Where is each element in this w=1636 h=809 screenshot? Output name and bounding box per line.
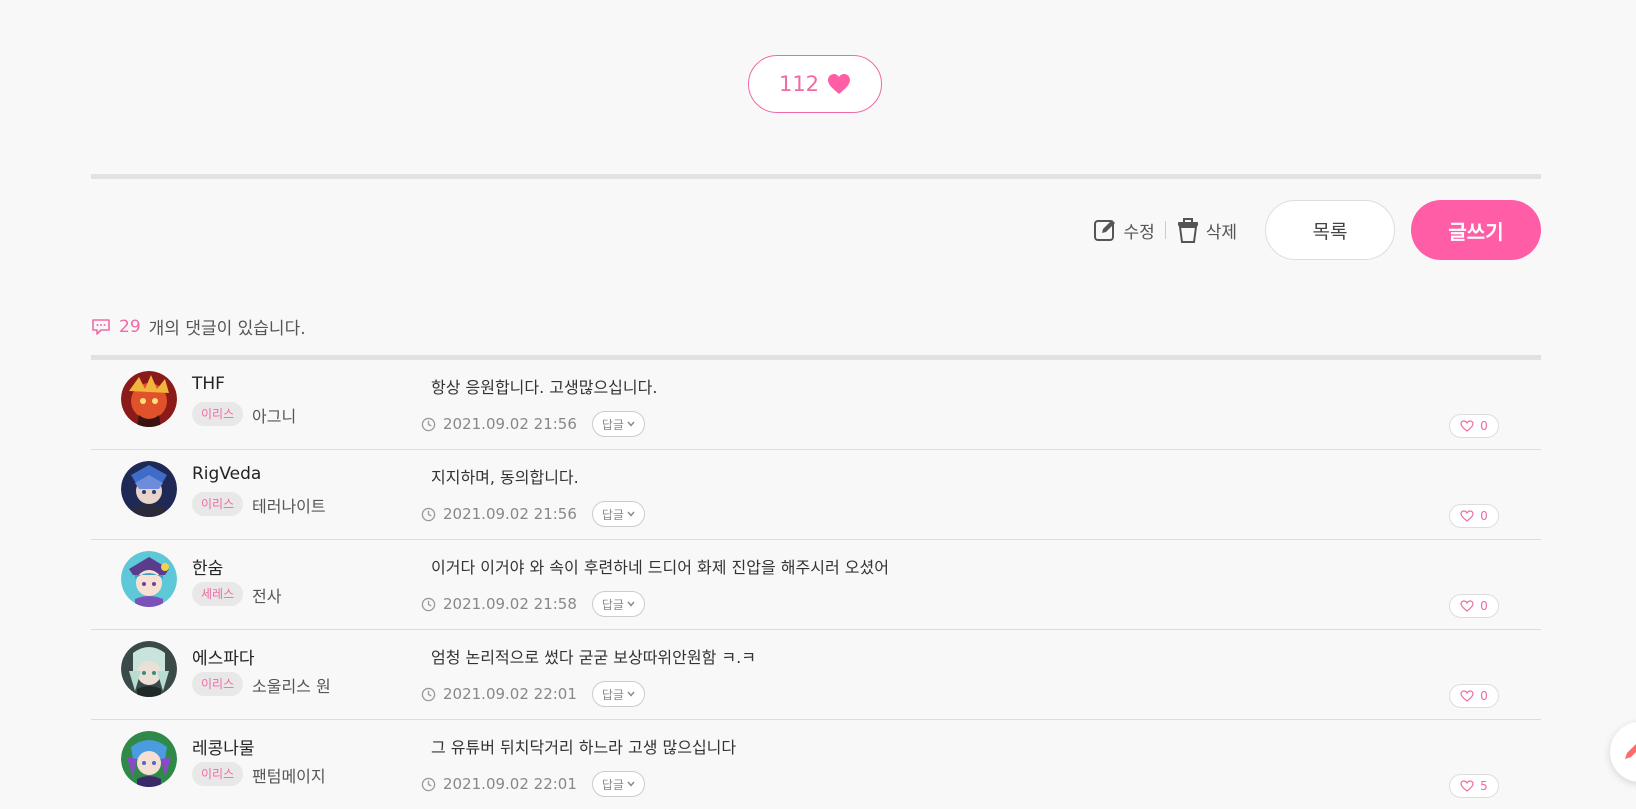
comment-count: 29 개의 댓글이 있습니다. — [91, 314, 306, 339]
heart-outline-icon — [1460, 510, 1474, 522]
reply-button[interactable]: 답글 — [591, 771, 645, 797]
comment-item: 레콩나물 이리스 팬텀메이지 그 유튜버 뒤치닥거리 하느라 고생 많으십니다 … — [91, 720, 1541, 809]
post-like-count: 112 — [778, 72, 820, 96]
chevron-down-icon — [627, 691, 635, 697]
comment-text: 그 유튜버 뒤치닥거리 하느라 고생 많으십니다 — [431, 738, 737, 757]
server-badge: 이리스 — [192, 672, 244, 696]
list-label: 목록 — [1312, 220, 1348, 243]
character-class: 테러나이트 — [252, 497, 326, 516]
reply-button[interactable]: 답글 — [591, 411, 645, 437]
reply-label: 답글 — [601, 777, 624, 792]
comment-username[interactable]: 한숨 — [192, 554, 223, 579]
delete-button[interactable]: 삭제 — [1176, 217, 1237, 243]
comment-like-count: 0 — [1480, 419, 1488, 433]
comment-meta: 2021.09.02 21:56 답글 — [421, 411, 645, 437]
server-badge: 이리스 — [192, 762, 244, 786]
server-badge: 세레스 — [192, 582, 244, 606]
content-divider — [91, 174, 1541, 179]
avatar[interactable] — [121, 461, 177, 517]
comment-text: 항상 응원합니다. 고생많으십니다. — [431, 378, 658, 397]
character-class: 전사 — [252, 587, 282, 606]
action-separator — [1164, 221, 1166, 239]
comment-meta: 2021.09.02 22:01 답글 — [421, 681, 645, 707]
comment-item: 에스파다 이리스 소울리스 원 엄청 논리적으로 썼다 굳굳 보상따위안원함 ㅋ… — [91, 630, 1541, 720]
comment-date: 2021.09.02 21:58 — [443, 595, 577, 613]
chevron-down-icon — [627, 601, 635, 607]
edit-icon — [1094, 220, 1116, 241]
reply-button[interactable]: 답글 — [591, 501, 645, 527]
clock-icon — [421, 507, 436, 521]
heart-outline-icon — [1460, 690, 1474, 702]
write-label: 글쓰기 — [1448, 219, 1504, 244]
chevron-down-icon — [627, 511, 635, 517]
chevron-down-icon — [627, 421, 635, 427]
clock-icon — [421, 597, 436, 611]
post-actions: 수정 삭제 목록 글쓰기 — [1093, 200, 1541, 260]
edit-button[interactable]: 수정 — [1093, 217, 1155, 243]
comment-icon — [92, 318, 110, 335]
comment-meta: 2021.09.02 21:58 답글 — [421, 591, 645, 617]
avatar[interactable] — [121, 731, 177, 787]
reply-label: 답글 — [601, 597, 624, 612]
comment-item: 한숨 세레스 전사 이거다 이거야 와 속이 후련하네 드디어 화제 진압을 해… — [91, 540, 1541, 630]
floating-write-button[interactable] — [1610, 722, 1636, 782]
comment-like-button[interactable]: 0 — [1449, 414, 1499, 438]
comment-username[interactable]: 에스파다 — [192, 644, 255, 669]
heart-outline-icon — [1460, 780, 1474, 792]
heart-outline-icon — [1460, 420, 1474, 432]
comment-date: 2021.09.02 21:56 — [443, 505, 577, 523]
comment-username[interactable]: RigVeda — [192, 464, 261, 484]
comment-item: RigVeda 이리스 테러나이트 지지하며, 동의합니다. 2021.09.0… — [91, 450, 1541, 540]
comment-like-button[interactable]: 5 — [1449, 774, 1499, 798]
pencil-icon — [1625, 744, 1636, 759]
comment-text: 엄청 논리적으로 썼다 굳굳 보상따위안원함 ㅋ.ㅋ — [431, 648, 756, 667]
comment-date: 2021.09.02 22:01 — [443, 775, 577, 793]
character-class: 소울리스 원 — [252, 677, 331, 696]
server-badge: 이리스 — [192, 402, 244, 426]
write-button[interactable]: 글쓰기 — [1411, 200, 1541, 260]
clock-icon — [421, 687, 436, 701]
reply-label: 답글 — [601, 507, 624, 522]
chevron-down-icon — [627, 781, 635, 787]
comment-like-button[interactable]: 0 — [1449, 594, 1499, 618]
list-button[interactable]: 목록 — [1265, 200, 1395, 260]
comment-date: 2021.09.02 22:01 — [443, 685, 577, 703]
comment-list: THF 이리스 아그니 항상 응원합니다. 고생많으십니다. 2021.09.0… — [91, 360, 1541, 809]
comment-count-number: 29 — [119, 316, 141, 337]
comment-meta: 2021.09.02 22:01 답글 — [421, 771, 645, 797]
avatar[interactable] — [121, 371, 177, 427]
heart-icon — [828, 74, 851, 94]
comment-text: 지지하며, 동의합니다. — [431, 468, 579, 487]
character-class: 팬텀메이지 — [252, 767, 326, 786]
comment-count-text: 개의 댓글이 있습니다. — [148, 319, 306, 339]
comment-like-button[interactable]: 0 — [1449, 504, 1499, 528]
reply-label: 답글 — [601, 417, 624, 432]
comment-username[interactable]: THF — [192, 374, 225, 394]
comment-username[interactable]: 레콩나물 — [192, 734, 255, 759]
comment-like-count: 0 — [1480, 509, 1488, 523]
comment-date: 2021.09.02 21:56 — [443, 415, 577, 433]
avatar[interactable] — [121, 641, 177, 697]
reply-label: 답글 — [601, 687, 624, 702]
character-class: 아그니 — [252, 407, 297, 426]
clock-icon — [421, 777, 436, 791]
edit-label: 수정 — [1123, 222, 1155, 243]
reply-button[interactable]: 답글 — [591, 681, 645, 707]
avatar[interactable] — [121, 551, 177, 607]
comment-text: 이거다 이거야 와 속이 후련하네 드디어 화제 진압을 해주시러 오셨어 — [431, 558, 889, 577]
reply-button[interactable]: 답글 — [591, 591, 645, 617]
comment-like-count: 0 — [1480, 599, 1488, 613]
comment-like-count: 5 — [1480, 779, 1488, 793]
post-like-button[interactable]: 112 — [748, 55, 882, 113]
clock-icon — [421, 417, 436, 431]
comment-item: THF 이리스 아그니 항상 응원합니다. 고생많으십니다. 2021.09.0… — [91, 360, 1541, 450]
heart-outline-icon — [1460, 600, 1474, 612]
server-badge: 이리스 — [192, 492, 244, 516]
comment-like-count: 0 — [1480, 689, 1488, 703]
trash-icon — [1177, 218, 1198, 243]
comment-meta: 2021.09.02 21:56 답글 — [421, 501, 645, 527]
delete-label: 삭제 — [1205, 222, 1237, 243]
comment-like-button[interactable]: 0 — [1449, 684, 1499, 708]
